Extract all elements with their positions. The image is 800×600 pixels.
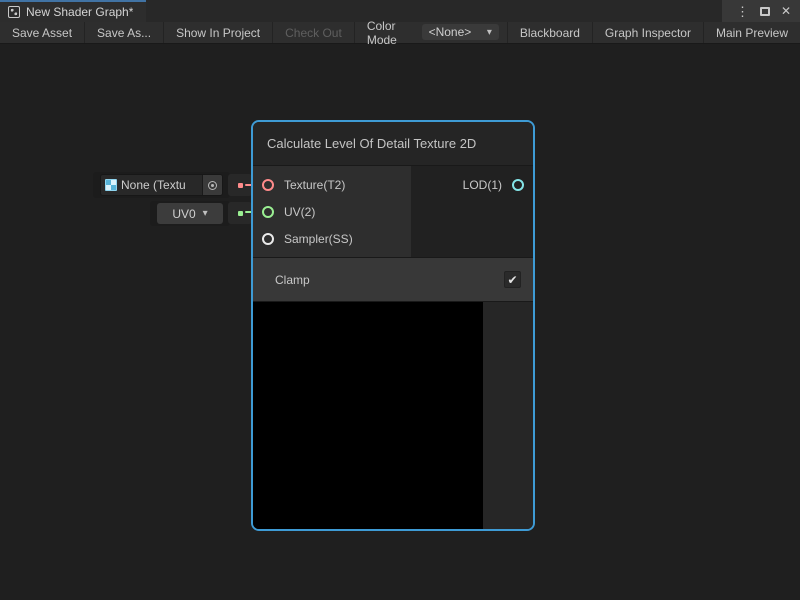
save-asset-button[interactable]: Save Asset [0,22,85,43]
port-label-lod: LOD(1) [463,178,502,192]
input-port-texture[interactable] [262,179,274,191]
close-icon[interactable]: ✕ [781,5,791,17]
port-label-uv: UV(2) [284,205,315,219]
texture-input-group: None (Textu [93,172,230,198]
texture-connector-dot[interactable] [238,183,243,188]
clamp-checkbox[interactable]: ✔ [504,271,521,288]
chevron-down-icon: ▾ [487,27,492,38]
input-port-uv[interactable] [262,206,274,218]
texture-field-value: None (Textu [121,178,202,192]
port-label-texture: Texture(T2) [284,178,345,192]
output-ports: LOD(1) [411,166,533,257]
uv-input-group: UV0 ▾ [150,201,230,226]
node-port-section: Texture(T2) UV(2) Sampler(SS) LOD(1) [253,166,533,258]
port-row-sampler: Sampler(SS) [253,225,411,252]
chevron-down-icon: ▾ [203,208,208,219]
graph-inspector-button[interactable]: Graph Inspector [592,22,703,43]
tab-title: New Shader Graph* [26,5,133,19]
texture-checker-icon [105,179,117,191]
shader-graph-window: New Shader Graph* ⋮ ✕ Save Asset Save As… [0,0,800,600]
node-calculate-lod-texture2d[interactable]: Calculate Level Of Detail Texture 2D Tex… [251,120,535,531]
port-label-sampler: Sampler(SS) [284,232,353,246]
uv-connector-box [228,202,252,224]
texture-object-field[interactable]: None (Textu [100,174,223,196]
output-port-lod[interactable] [512,179,524,191]
window-controls: ⋮ ✕ [722,0,800,22]
maximize-icon[interactable] [760,7,770,16]
node-preview-image [253,302,483,529]
object-picker-icon [208,181,217,190]
port-row-texture: Texture(T2) [253,171,411,198]
port-row-lod: LOD(1) [463,171,524,198]
show-in-project-button[interactable]: Show In Project [164,22,273,43]
color-mode-dropdown[interactable]: <None> ▾ [422,24,499,40]
color-mode-value: <None> [429,25,472,39]
check-out-button: Check Out [273,22,355,43]
object-picker-button[interactable] [202,175,222,195]
node-title: Calculate Level Of Detail Texture 2D [253,122,533,166]
graph-toolbar: Save Asset Save As... Show In Project Ch… [0,22,800,44]
color-mode-label: Color Mode [355,22,422,43]
window-menu-icon[interactable]: ⋮ [736,5,749,18]
graph-canvas[interactable]: None (Textu UV0 ▾ Calculate Level Of Det [0,44,800,600]
uv-connector-dot[interactable] [238,211,243,216]
input-ports: Texture(T2) UV(2) Sampler(SS) [253,166,411,257]
clamp-row: Clamp ✔ [253,258,533,302]
clamp-label: Clamp [275,273,310,287]
tab-new-shader-graph[interactable]: New Shader Graph* [0,0,146,22]
port-row-uv: UV(2) [253,198,411,225]
blackboard-button[interactable]: Blackboard [507,22,592,43]
node-preview-section [253,302,533,529]
input-port-sampler[interactable] [262,233,274,245]
uv-channel-dropdown[interactable]: UV0 ▾ [157,203,223,224]
shader-graph-asset-icon [8,6,20,18]
save-as-button[interactable]: Save As... [85,22,164,43]
uv-dropdown-value: UV0 [172,207,195,221]
main-preview-button[interactable]: Main Preview [703,22,800,43]
